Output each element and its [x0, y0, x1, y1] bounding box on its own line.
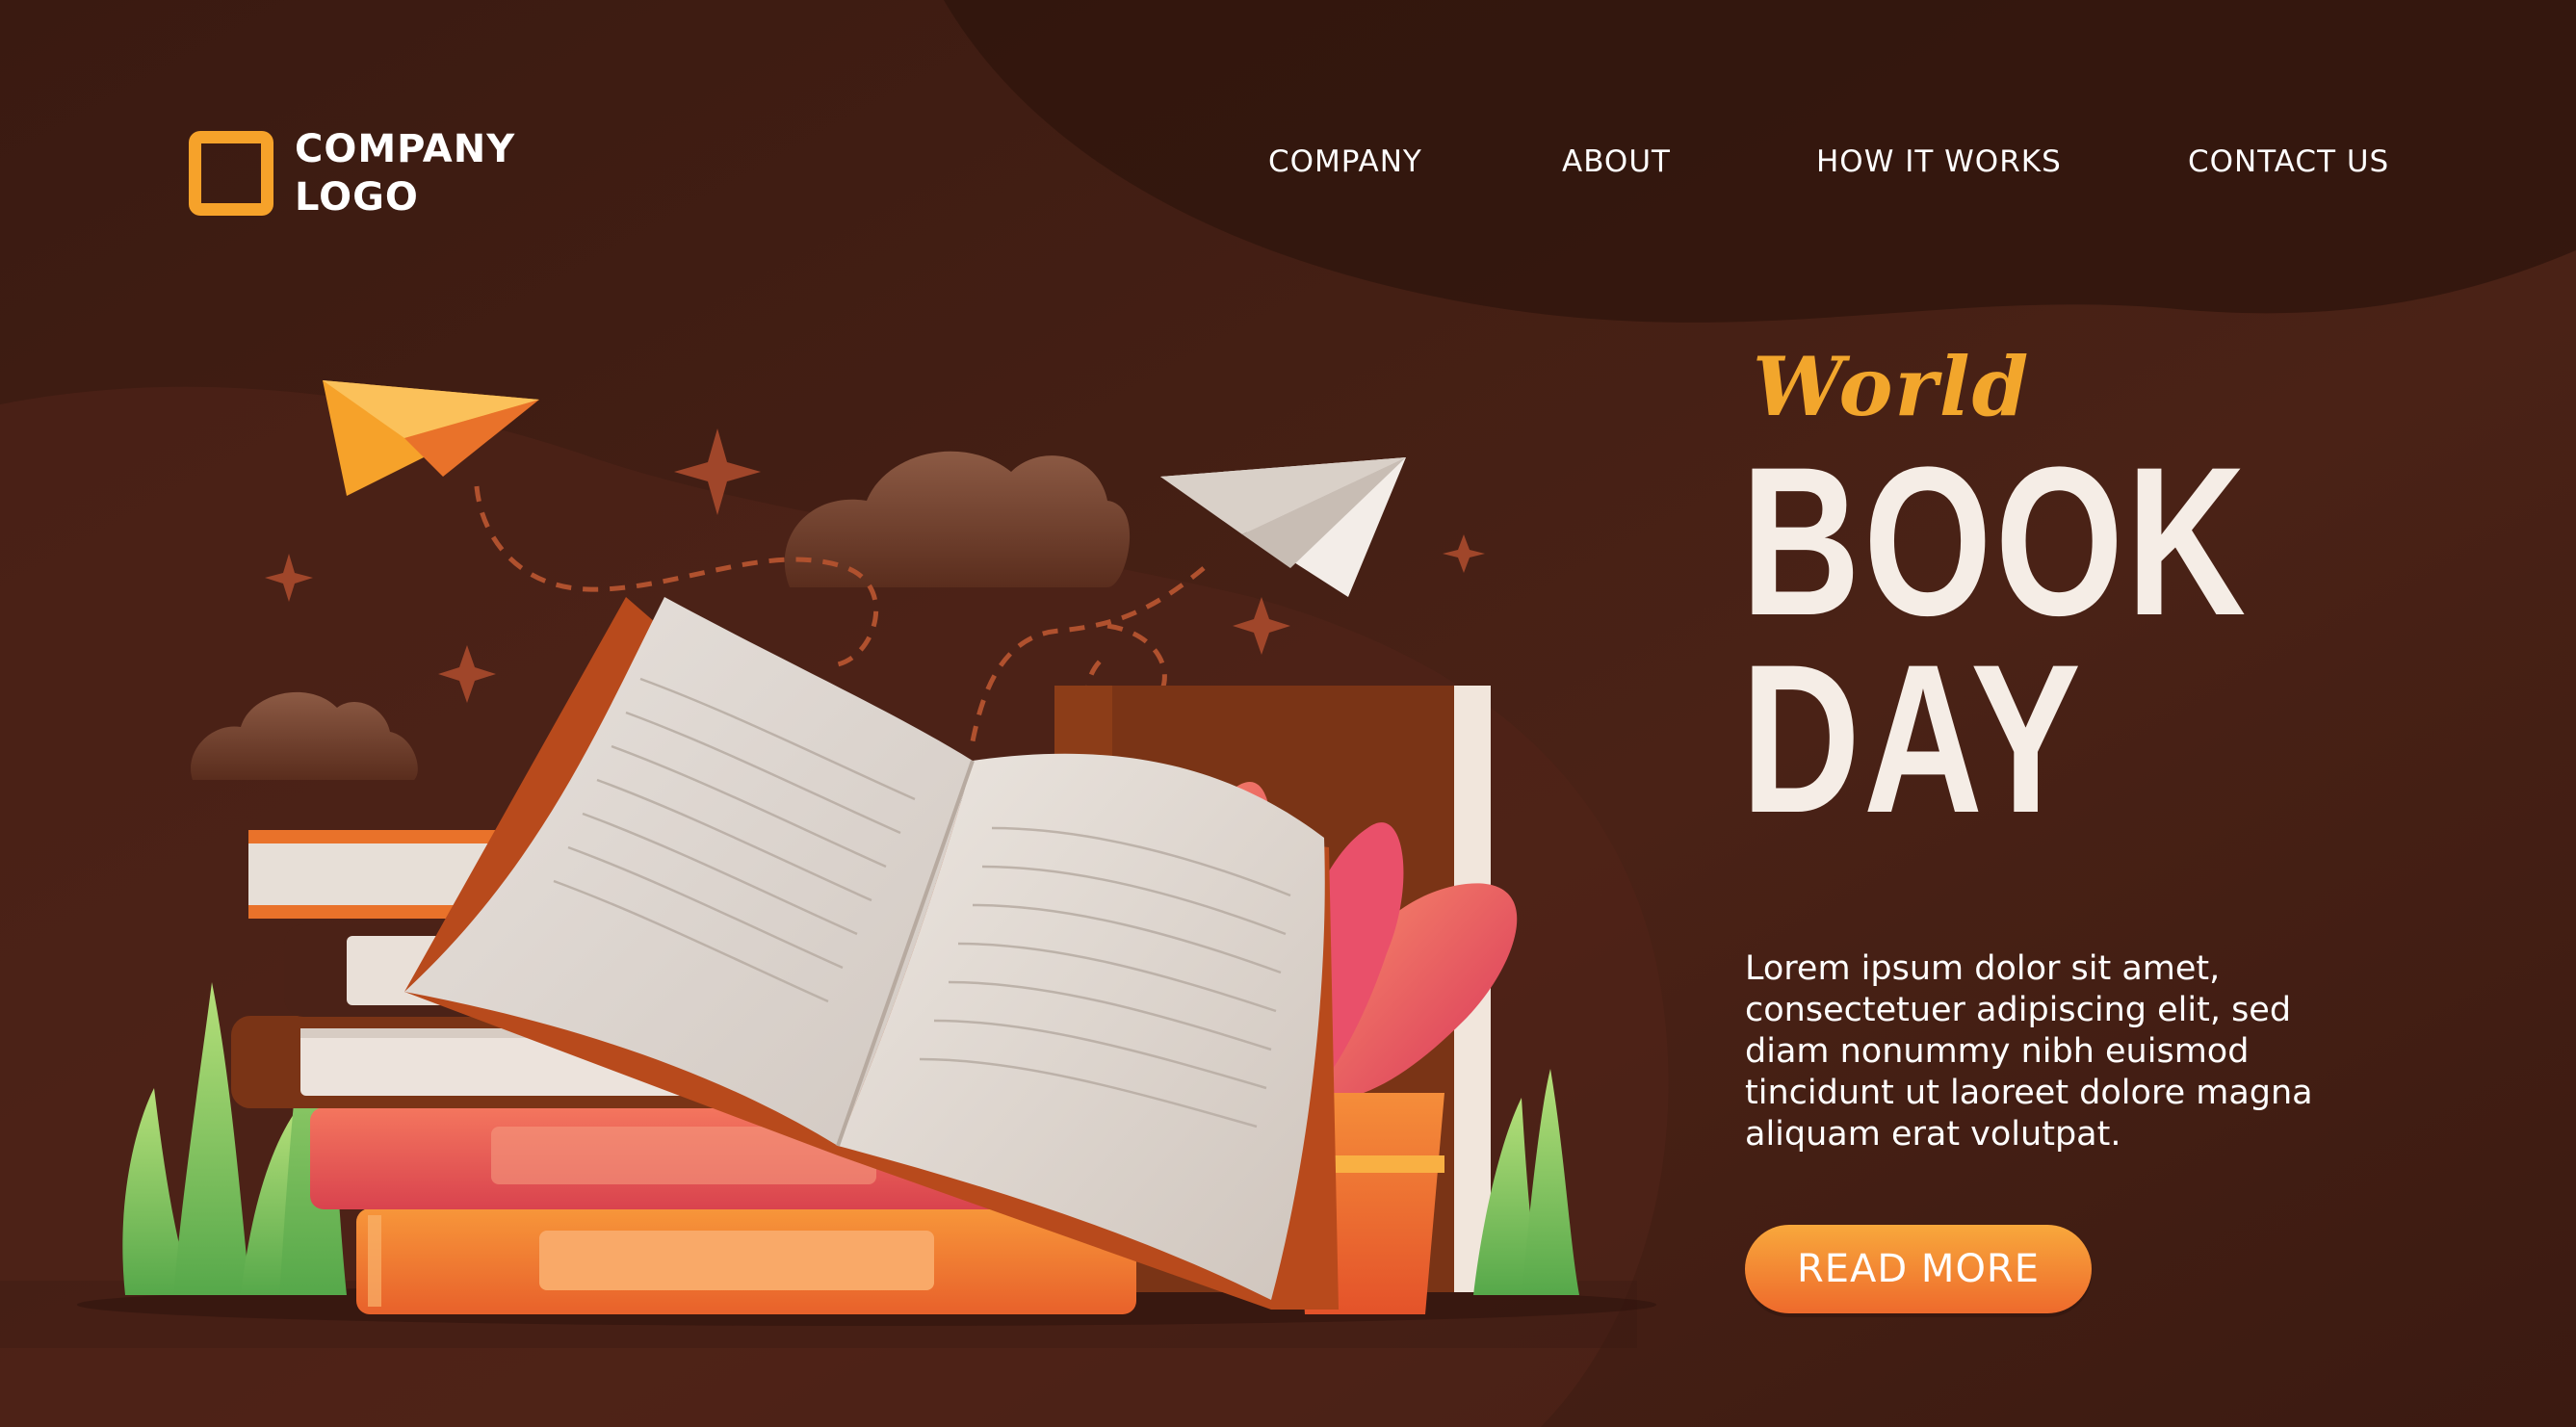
paper-plane-icon [323, 380, 539, 496]
hero-title-line-1: BOOK [1741, 423, 2250, 660]
nav-item-about[interactable]: ABOUT [1562, 144, 1671, 179]
sparkle-icon [1233, 597, 1290, 655]
sparkle-icon [265, 554, 313, 602]
hero-description: Lorem ipsum dolor sit amet, consectetuer… [1745, 949, 2313, 1154]
sparkle-icon [1443, 534, 1485, 573]
main-nav: COMPANY ABOUT HOW IT WORKS CONTACT US [0, 144, 2576, 193]
nav-item-contact-us[interactable]: CONTACT US [2188, 144, 2389, 179]
hero-title-line-2: DAY [1741, 620, 2084, 857]
sparkle-icon [438, 645, 496, 703]
hero-script-word: World [1753, 339, 2031, 434]
nav-item-company[interactable]: COMPANY [1268, 144, 1422, 179]
nav-item-how-it-works[interactable]: HOW IT WORKS [1816, 144, 2062, 179]
read-more-button[interactable]: READ MORE [1745, 1225, 2092, 1313]
sparkle-icon [674, 428, 761, 515]
cloud-icon [191, 691, 418, 780]
hero-title: BOOK DAY [1741, 423, 2250, 857]
